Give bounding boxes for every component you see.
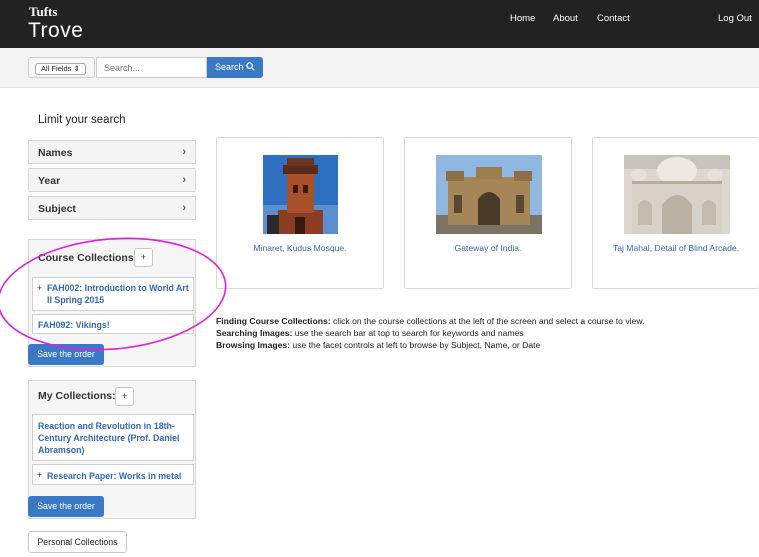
expand-icon[interactable]: + [37,469,42,481]
chevron-right-icon: › [182,146,186,158]
limit-search-heading: Limit your search [38,114,126,126]
course-collection-item[interactable]: FAH092: Vikings! [32,314,194,334]
chevron-right-icon: › [182,202,186,214]
facet-label: Subject [38,203,76,215]
card-caption-link[interactable]: Taj Mahal, Detail of Blind Arcade. [593,243,759,253]
gateway-thumbnail[interactable] [436,155,542,234]
search-field-select[interactable]: All Fields ⇕ [28,57,95,78]
minaret-thumbnail[interactable] [263,155,338,234]
image-card[interactable]: Minaret, Kudus Mosque. [216,137,384,289]
add-course-collection-button[interactable]: + [134,248,153,267]
image-card[interactable]: Taj Mahal, Detail of Blind Arcade. [592,137,759,289]
my-collection-item[interactable]: Reaction and Revolution in 18th-Century … [32,414,194,461]
expand-icon[interactable]: + [37,282,42,294]
search-input[interactable] [96,57,207,78]
save-order-button[interactable]: Save the order [28,496,104,517]
trove-brand[interactable]: Trove [28,19,83,43]
my-collections-title: My Collections: [38,390,116,402]
facet-year[interactable]: Year › [28,168,196,192]
help-finding-course-collections: Finding Course Collections: click on the… [216,316,645,326]
card-caption-link[interactable]: Minaret, Kudus Mosque. [217,243,383,253]
add-my-collection-button[interactable]: + [115,387,134,406]
my-collection-item[interactable]: + Research Paper: Works in metal [32,464,194,485]
course-collections-title: Course Collections: [38,252,138,264]
save-order-button[interactable]: Save the order [28,344,104,365]
facet-label: Year [38,175,61,187]
help-browsing-images: Browsing Images: use the facet controls … [216,340,541,350]
card-caption-link[interactable]: Gateway of India. [405,243,571,253]
facet-label: Names [38,147,73,159]
chevron-right-icon: › [182,174,186,186]
top-navbar: Tufts Trove Home About Contact Log Out [0,0,759,48]
facet-names[interactable]: Names › [28,140,196,164]
help-searching-images: Searching Images: use the search bar at … [216,328,524,338]
search-field-select-value[interactable]: All Fields ⇕ [35,63,86,75]
logout-link[interactable]: Log Out [718,13,752,24]
facet-subject[interactable]: Subject › [28,196,196,220]
nav-contact-link[interactable]: Contact [597,13,630,24]
taj-mahal-thumbnail[interactable] [624,155,730,234]
search-button[interactable]: Search [207,57,263,78]
select-arrows-icon: ⇕ [73,64,80,73]
tufts-logo[interactable]: Tufts [29,4,57,20]
nav-home-link[interactable]: Home [510,13,535,24]
course-collection-item[interactable]: + FAH002: Introduction to World Art II S… [32,277,194,311]
personal-collections-button[interactable]: Personal Collections [28,531,127,553]
image-card[interactable]: Gateway of India. [404,137,572,289]
magnifier-icon [246,62,255,72]
nav-about-link[interactable]: About [553,13,578,24]
